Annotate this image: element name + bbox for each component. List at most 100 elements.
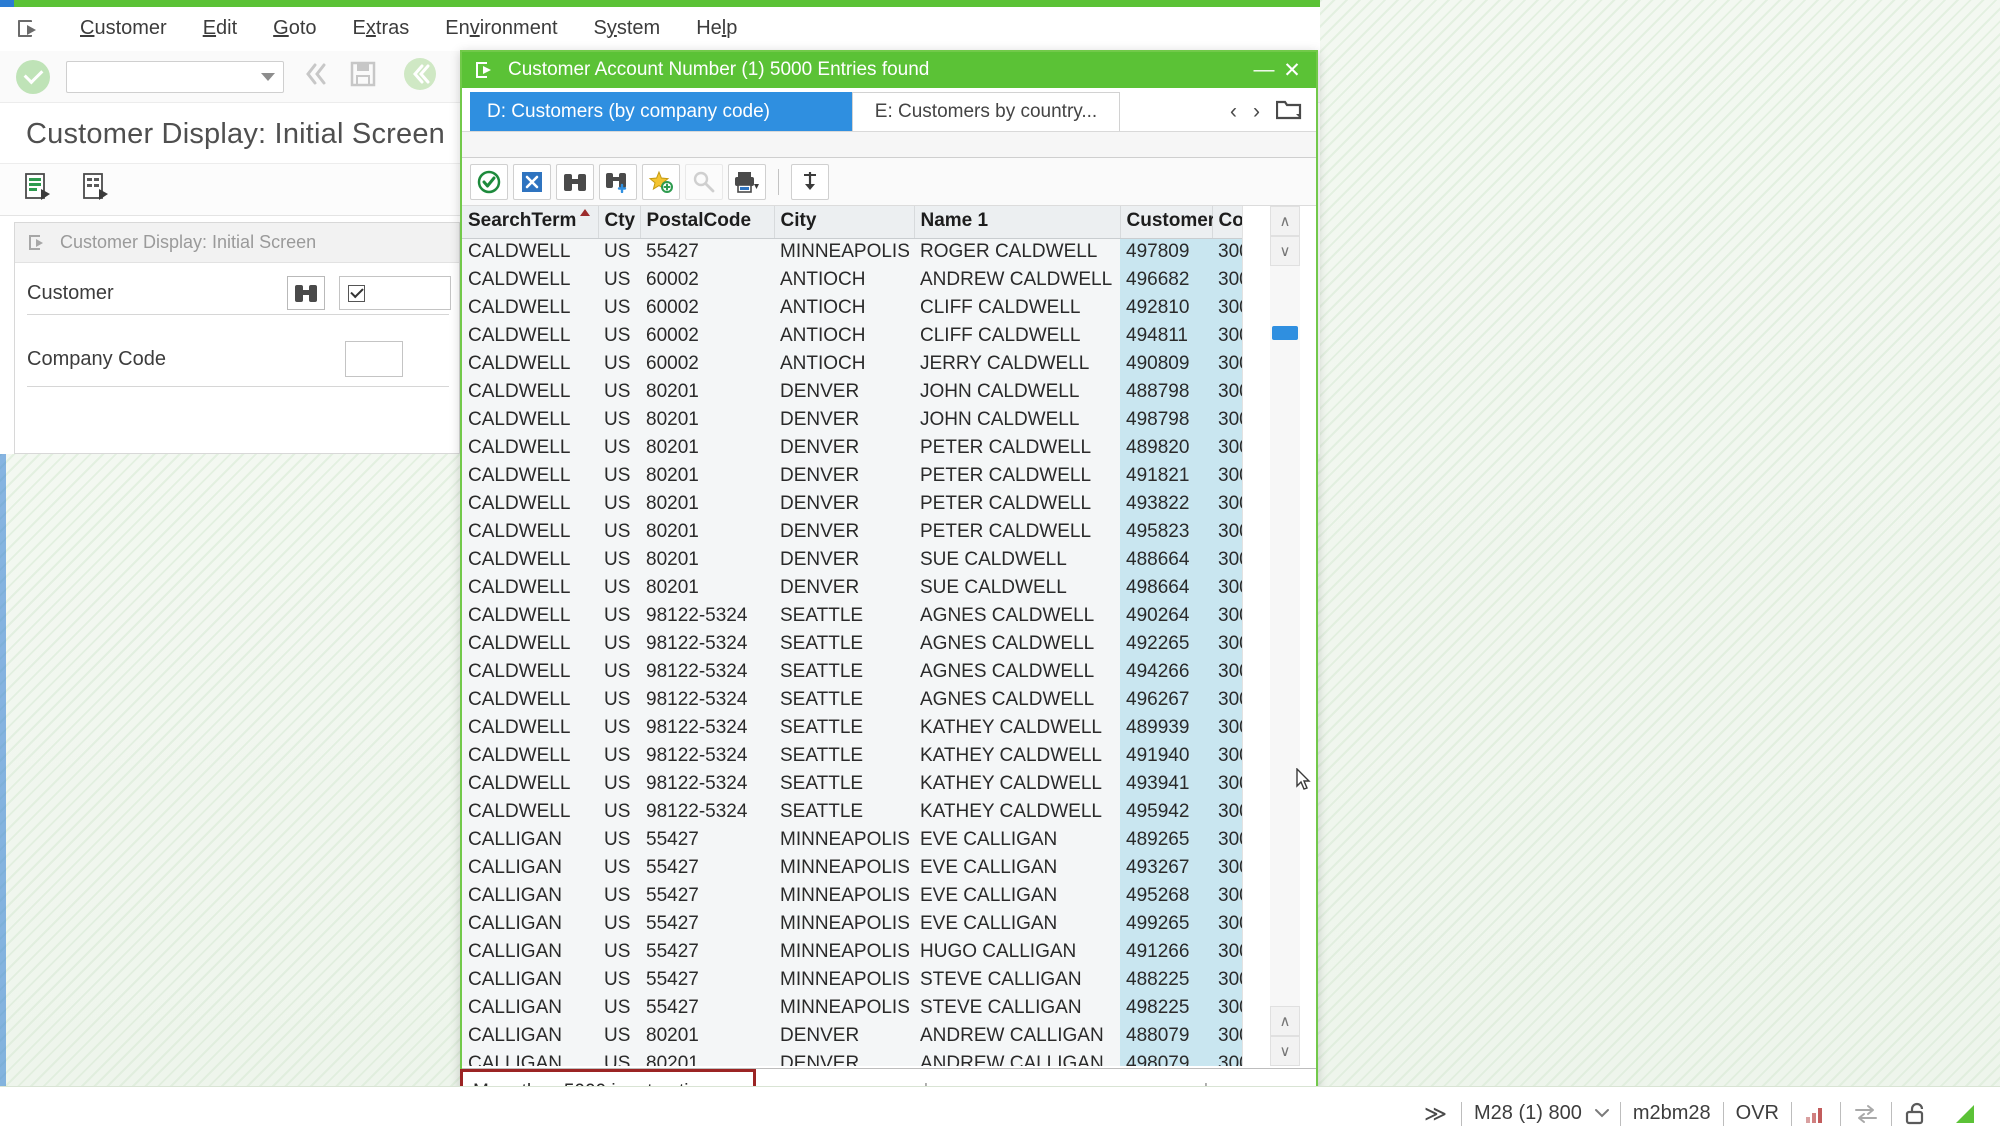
cell-city[interactable]: SEATTLE [774,714,914,742]
status-insert-mode[interactable]: OVR [1724,1102,1791,1125]
cell-customer[interactable]: 495823 [1120,518,1212,546]
cell-postal[interactable]: 55427 [640,994,774,1022]
cell-searchterm[interactable]: CALDWELL [462,294,598,322]
cell-name[interactable]: SUE CALDWELL [914,546,1120,574]
cell-cocd[interactable]: 3000 [1212,798,1242,826]
cell-cty[interactable]: US [598,686,640,714]
cell-cty[interactable]: US [598,462,640,490]
tab-prev-button[interactable]: ‹ [1230,100,1237,124]
cell-cocd[interactable]: 3000 [1212,1050,1242,1066]
cell-cty[interactable]: US [598,378,640,406]
scrollbar-thumb[interactable] [1272,326,1298,341]
cell-postal[interactable]: 60002 [640,294,774,322]
cell-cocd[interactable]: 3000 [1212,294,1242,322]
table-row[interactable]: CALLIGAN US 55427 MINNEAPOLIS EVE CALLIGAN 48… [462,826,1242,854]
cell-cocd[interactable]: 3000 [1212,602,1242,630]
cell-name[interactable]: KATHEY CALDWELL [914,798,1120,826]
cell-cty[interactable]: US [598,1022,640,1050]
cell-city[interactable]: ANTIOCH [774,350,914,378]
table-row[interactable]: CALDWELL US 80201 DENVER PETER CALDWELL 49582… [462,518,1242,546]
print-icon[interactable] [728,163,766,200]
cell-postal[interactable]: 98122-5324 [640,686,774,714]
cell-customer[interactable]: 498079 [1120,1050,1212,1066]
cell-name[interactable]: ANDREW CALLIGAN [914,1050,1120,1066]
cell-searchterm[interactable]: CALDWELL [462,798,598,826]
cell-city[interactable]: SEATTLE [774,798,914,826]
table-row[interactable]: CALDWELL US 60002 ANTIOCH CLIFF CALDWELL 4948… [462,322,1242,350]
col-header-customer[interactable]: Customer [1120,206,1215,239]
cell-customer[interactable]: 493941 [1120,770,1212,798]
menu-item-goto[interactable]: Goto [255,15,334,42]
cell-searchterm[interactable]: CALDWELL [462,574,598,602]
cell-cty[interactable]: US [598,322,640,350]
cell-customer[interactable]: 496267 [1120,686,1212,714]
cell-customer[interactable]: 488079 [1120,1022,1212,1050]
data-transfer-icon[interactable] [1841,1104,1891,1124]
table-row[interactable]: CALDWELL US 80201 DENVER PETER CALDWELL 48982… [462,434,1242,462]
tab-customers-by-country[interactable]: E: Customers by country... [852,92,1120,131]
cell-city[interactable]: SEATTLE [774,770,914,798]
cell-city[interactable]: DENVER [774,406,914,434]
table-row[interactable]: CALLIGAN US 55427 MINNEAPOLIS HUGO CALLIGAN 4… [462,938,1242,966]
tab-customers-by-company-code[interactable]: D: Customers (by company code) [470,92,852,131]
cell-cocd[interactable]: 3000 [1212,686,1242,714]
scroll-page-down-button[interactable]: ∧ [1270,1006,1300,1036]
cell-cocd[interactable]: 3000 [1212,266,1242,294]
cell-customer[interactable]: 491940 [1120,742,1212,770]
cell-city[interactable]: DENVER [774,518,914,546]
cell-searchterm[interactable]: CALLIGAN [462,910,598,938]
cell-postal[interactable]: 55427 [640,938,774,966]
table-row[interactable]: CALDWELL US 80201 DENVER SUE CALDWELL 488664 3… [462,546,1242,574]
col-header-cocd[interactable]: CoCd [1212,206,1242,239]
cell-postal[interactable]: 55427 [640,854,774,882]
cell-name[interactable]: JERRY CALDWELL [914,350,1120,378]
cell-city[interactable]: DENVER [774,490,914,518]
menu-item-edit[interactable]: Edit [185,15,255,42]
cell-postal[interactable]: 80201 [640,1022,774,1050]
cancel-x-icon[interactable] [513,163,551,200]
cell-postal[interactable]: 98122-5324 [640,630,774,658]
table-row[interactable]: CALLIGAN US 80201 DENVER ANDREW CALLIGAN 4880… [462,1022,1242,1050]
cell-cocd[interactable]: 3000 [1212,882,1242,910]
copy-check-icon[interactable] [470,163,508,200]
table-row[interactable]: CALDWELL US 80201 DENVER SUE CALDWELL 498664 3… [462,574,1242,602]
cell-postal[interactable]: 98122-5324 [640,602,774,630]
cell-cty[interactable]: US [598,350,640,378]
table-row[interactable]: CALDWELL US 98122-5324 SEATTLE KATHEY CALDWE… [462,770,1242,798]
cell-customer[interactable]: 498664 [1120,574,1212,602]
customer-extra-checkbox[interactable] [339,276,451,310]
cell-searchterm[interactable]: CALDWELL [462,434,598,462]
cell-city[interactable]: ANTIOCH [774,322,914,350]
table-row[interactable]: CALDWELL US 60002 ANTIOCH JERRY CALDWELL 4908… [462,350,1242,378]
cell-postal[interactable]: 98122-5324 [640,798,774,826]
cell-city[interactable]: ANTIOCH [774,294,914,322]
cell-cty[interactable]: US [598,266,640,294]
cell-postal[interactable]: 80201 [640,434,774,462]
results-grid-body[interactable]: SearchTerm Cty PostalCode City Name 1 Cu… [462,206,1242,1066]
cell-searchterm[interactable]: CALDWELL [462,714,598,742]
status-expand-button[interactable]: ≫ [1410,1101,1461,1127]
cell-cty[interactable]: US [598,630,640,658]
folder-icon[interactable] [1275,98,1302,125]
col-header-searchterm[interactable]: SearchTerm [462,206,599,239]
cell-cty[interactable]: US [598,770,640,798]
table-row[interactable]: CALDWELL US 98122-5324 SEATTLE AGNES CALDWEL… [462,686,1242,714]
cell-postal[interactable]: 55427 [640,966,774,994]
cell-cocd[interactable]: 3000 [1212,350,1242,378]
cell-name[interactable]: KATHEY CALDWELL [914,742,1120,770]
table-row[interactable]: CALLIGAN US 80201 DENVER ANDREW CALLIGAN 4980… [462,1050,1242,1066]
dialog-minimize-button[interactable]: — [1250,56,1278,84]
cell-city[interactable]: MINNEAPOLIS [774,966,914,994]
table-row[interactable]: CALDWELL US 98122-5324 SEATTLE AGNES CALDWEL… [462,658,1242,686]
cell-cty[interactable]: US [598,854,640,882]
cell-city[interactable]: SEATTLE [774,602,914,630]
cell-name[interactable]: HUGO CALLIGAN [914,938,1120,966]
cell-name[interactable]: AGNES CALDWELL [914,686,1120,714]
table-row[interactable]: CALLIGAN US 55427 MINNEAPOLIS STEVE CALLIGAN… [462,966,1242,994]
table-row[interactable]: CALDWELL US 80201 DENVER PETER CALDWELL 49382… [462,490,1242,518]
cell-city[interactable]: MINNEAPOLIS [774,882,914,910]
cell-city[interactable]: DENVER [774,1050,914,1066]
cell-searchterm[interactable]: CALDWELL [462,238,598,266]
cell-customer[interactable]: 491821 [1120,462,1212,490]
table-row[interactable]: CALDWELL US 55427 MINNEAPOLIS ROGER CALDWELL… [462,238,1242,266]
